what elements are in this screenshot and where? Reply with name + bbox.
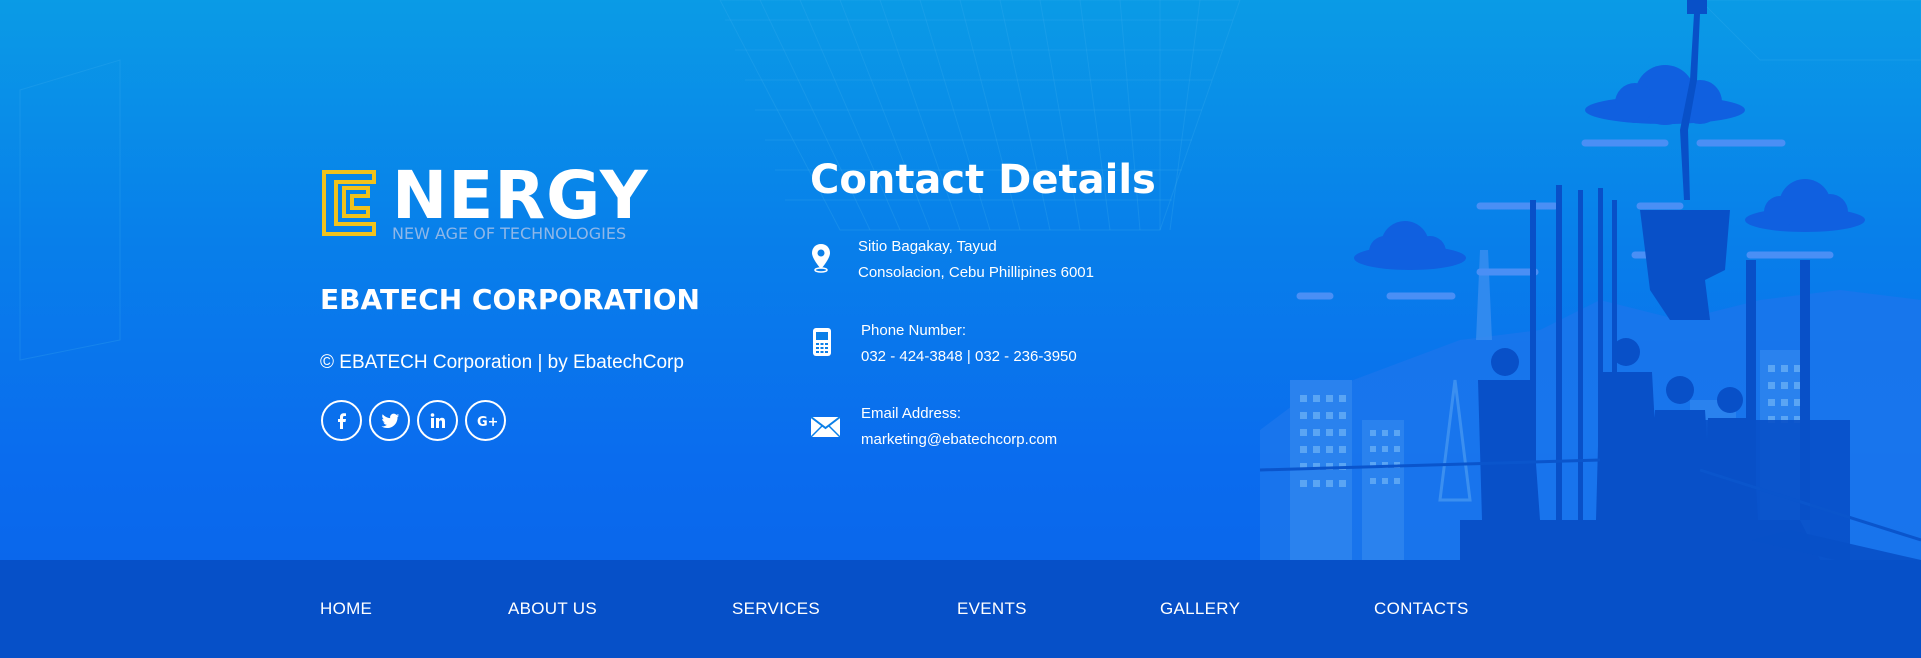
site-footer: NERGY NEW AGE OF TECHNOLOGIES EBATECH CO…	[0, 0, 1921, 658]
social-links: G+	[321, 400, 506, 441]
address-line-1: Sitio Bagakay, Tayud	[858, 238, 997, 255]
nav-about-us[interactable]: ABOUT US	[508, 598, 597, 620]
facebook-link[interactable]	[321, 400, 362, 441]
twitter-icon	[380, 413, 399, 428]
nav-gallery[interactable]: GALLERY	[1160, 598, 1240, 620]
map-pin-icon	[812, 244, 830, 273]
google-plus-icon: G+	[477, 415, 497, 430]
facebook-icon	[337, 412, 346, 429]
phone-icon	[813, 328, 831, 356]
google-plus-link[interactable]: G+	[465, 400, 506, 441]
email-label: Email Address:	[861, 405, 962, 422]
svg-text:G+: G+	[477, 415, 497, 430]
contact-details-heading: Contact Details	[810, 157, 1156, 203]
clouds-decoration	[1354, 65, 1865, 270]
linkedin-link[interactable]	[417, 400, 458, 441]
email-address[interactable]: marketing@ebatechcorp.com	[861, 427, 1057, 453]
nav-services[interactable]: SERVICES	[732, 598, 820, 620]
logo-wordmark: NERGY	[392, 157, 649, 234]
brand-logo[interactable]: NERGY NEW AGE OF TECHNOLOGIES	[320, 160, 648, 244]
nav-home[interactable]: HOME	[320, 598, 372, 620]
linkedin-icon	[430, 412, 445, 428]
logo-tagline: NEW AGE OF TECHNOLOGIES	[392, 224, 627, 243]
nav-events[interactable]: EVENTS	[957, 598, 1027, 620]
twitter-link[interactable]	[369, 400, 410, 441]
phone-label: Phone Number:	[861, 322, 967, 339]
company-name: EBATECH CORPORATION	[320, 283, 700, 316]
nav-contacts[interactable]: CONTACTS	[1374, 598, 1469, 620]
copyright-text: © EBATECH Corporation | by EbatechCorp	[320, 352, 684, 373]
envelope-icon	[810, 416, 841, 438]
phone-number[interactable]: 032 - 424-3848 | 032 - 236-3950	[861, 344, 1077, 370]
footer-navigation: HOME ABOUT US SERVICES EVENTS GALLERY CO…	[0, 560, 1921, 658]
address-line-2: Consolacion, Cebu Phillipines 6001	[858, 264, 1094, 281]
logo-e-mark	[322, 170, 376, 236]
